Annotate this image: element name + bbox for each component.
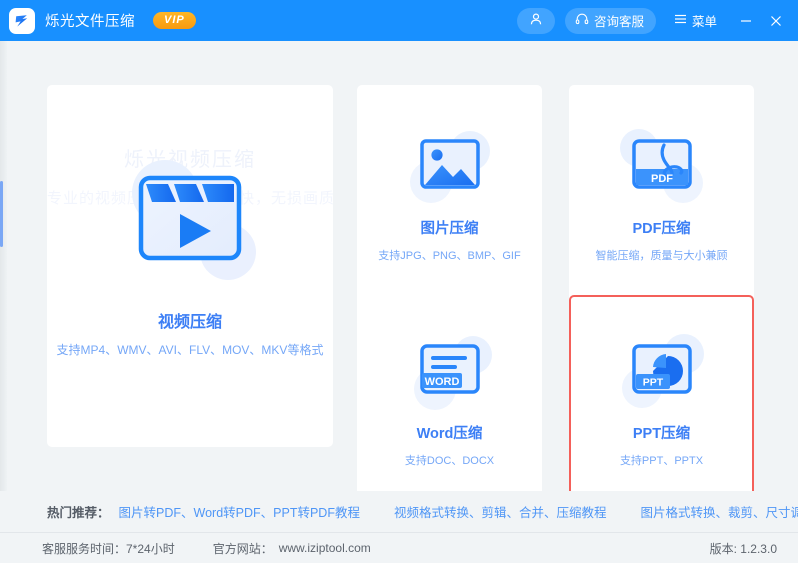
ppt-piechart-icon: PPT: [621, 334, 704, 408]
footer-bar: 客服服务时间：7*24小时 官方网站： www.iziptool.com 版本:…: [0, 533, 798, 563]
official-site-label: 官方网站：: [212, 541, 273, 556]
main-content: 烁光视频压缩 专业的视频压缩软件，压缩快，无损画质: [0, 41, 798, 517]
service-hours-text: 客服服务时间：7*24小时: [42, 541, 175, 556]
card-word-compression[interactable]: WORD Word压缩 支持DOC、DOCX: [357, 295, 542, 517]
card-video-compression[interactable]: 烁光视频压缩 专业的视频压缩软件，压缩快，无损画质: [47, 85, 333, 447]
contact-service-label: 咨询客服: [593, 15, 644, 29]
ppt-card-title: PPT压缩: [632, 426, 691, 442]
close-icon: [771, 15, 781, 26]
menu-button[interactable]: 菜单: [674, 11, 717, 30]
image-card-title: 图片压缩: [420, 221, 479, 237]
version-text: 版本: 1.2.3.0: [709, 541, 777, 556]
ppt-card-subtitle: 支持PPT、PPTX: [619, 455, 704, 467]
vip-badge[interactable]: VIP: [153, 11, 196, 30]
pdf-card-subtitle: 智能压缩，质量与大小兼顾: [595, 250, 728, 262]
menu-label: 菜单: [691, 15, 717, 29]
video-card-title: 视频压缩: [157, 314, 222, 331]
hamburger-menu-icon: [674, 13, 687, 28]
video-watermark-line1: 烁光视频压缩: [124, 149, 256, 171]
recommendation-bar: 热门推荐： 图片转PDF、Word转PDF、PPT转PDF教程 视频格式转换、剪…: [0, 491, 798, 532]
word-card-title: Word压缩: [416, 426, 483, 442]
card-pdf-compression[interactable]: PDF PDF压缩 智能压缩，质量与大小兼顾: [569, 85, 754, 317]
svg-text:PDF: PDF: [651, 173, 673, 185]
app-logo-lightning-icon: [9, 7, 35, 34]
image-card-subtitle: 支持JPG、PNG、BMP、GIF: [378, 250, 521, 262]
svg-text:PPT: PPT: [642, 377, 663, 389]
headset-icon: [575, 12, 589, 29]
contact-service-button[interactable]: 咨询客服: [564, 7, 656, 34]
close-button[interactable]: [763, 8, 789, 34]
picture-mountain-icon: [409, 131, 490, 203]
word-document-icon: WORD: [413, 336, 492, 410]
recommendation-link-pdf-tutorials[interactable]: 图片转PDF、Word转PDF、PPT转PDF教程: [119, 502, 360, 521]
video-clapperboard-play-icon: [132, 160, 256, 280]
pdf-document-icon: PDF: [619, 129, 703, 203]
title-bar: 烁光文件压缩 VIP 咨询客服 菜单: [0, 0, 798, 41]
video-card-subtitle: 支持MP4、WMV、AVI、FLV、MOV、MKV等格式: [56, 343, 324, 357]
recommendation-link-image-tutorials[interactable]: 图片格式转换、裁剪、尺寸调整、证件照大小调整: [640, 502, 798, 521]
card-image-compression[interactable]: 图片压缩 支持JPG、PNG、BMP、GIF: [357, 85, 542, 317]
minimize-button[interactable]: [733, 8, 759, 34]
app-window: 烁光文件压缩 VIP 咨询客服 菜单 烁光视频压缩 视频压缩 支持MP4、WMV…: [0, 0, 798, 563]
user-account-button[interactable]: [516, 7, 555, 34]
card-ppt-compression[interactable]: PPT PPT压缩 支持PPT、PPTX: [569, 295, 754, 517]
pdf-card-title: PDF压缩: [632, 221, 691, 237]
recommendation-label: 热门推荐：: [47, 506, 110, 520]
svg-text:WORD: WORD: [424, 376, 459, 388]
official-site-url[interactable]: www.iziptool.com: [279, 541, 371, 555]
minimize-icon: [741, 19, 751, 22]
user-account-icon: [529, 12, 543, 29]
recommendation-link-video-tutorials[interactable]: 视频格式转换、剪辑、合并、压缩教程: [394, 502, 607, 521]
app-title: 烁光文件压缩: [45, 14, 135, 30]
word-card-subtitle: 支持DOC、DOCX: [404, 455, 495, 467]
